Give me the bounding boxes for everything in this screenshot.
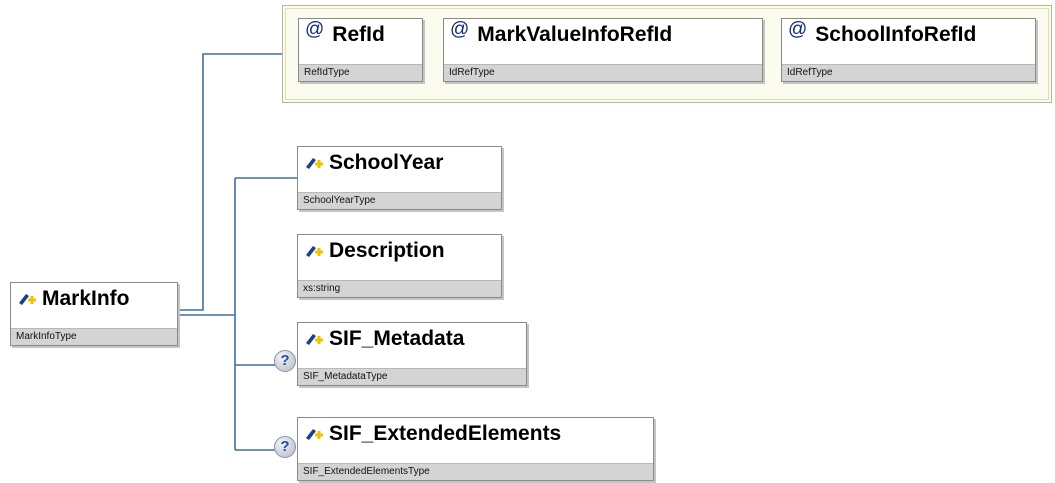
at-icon: @ (788, 19, 808, 40)
root-element-name: MarkInfo (42, 287, 130, 310)
element-icon (306, 158, 323, 169)
root-element-type: MarkInfoType (11, 328, 177, 345)
at-icon: @ (305, 19, 325, 40)
element-type: SIF_ExtendedElementsType (298, 463, 653, 480)
attribute-markvalueinforefid[interactable]: @ MarkValueInfoRefId IdRefType (443, 18, 763, 82)
element-icon (19, 294, 36, 305)
optional-marker-icon: ? (274, 436, 296, 458)
element-description[interactable]: Description xs:string (297, 234, 502, 298)
attributes-group: @ RefId RefIdType @ MarkValueInfoRefId I… (282, 5, 1052, 103)
element-icon (306, 334, 323, 345)
attribute-type: RefIdType (299, 64, 422, 81)
attribute-type: IdRefType (782, 64, 1035, 81)
element-name: Description (329, 239, 445, 262)
element-name: SIF_Metadata (329, 327, 465, 350)
root-element-box[interactable]: MarkInfo MarkInfoType (10, 282, 178, 346)
attribute-markvalueinforefid-header: @ MarkValueInfoRefId (444, 19, 762, 51)
attribute-name: SchoolInfoRefId (815, 23, 977, 46)
attribute-schoolinforefid-header: @ SchoolInfoRefId (782, 19, 1035, 51)
element-name: SchoolYear (329, 151, 444, 174)
element-icon (306, 246, 323, 257)
element-description-header: Description (298, 235, 501, 267)
element-type: SchoolYearType (298, 192, 501, 209)
attribute-refid[interactable]: @ RefId RefIdType (298, 18, 423, 82)
at-icon: @ (450, 19, 470, 40)
attribute-type: IdRefType (444, 64, 762, 81)
element-icon (306, 429, 323, 440)
optional-marker-icon: ? (274, 350, 296, 372)
root-element-header: MarkInfo (11, 283, 177, 315)
element-sif-extendedelements[interactable]: SIF_ExtendedElements SIF_ExtendedElement… (297, 417, 654, 481)
element-sif-metadata-header: SIF_Metadata (298, 323, 526, 355)
connector-to-attributes (178, 53, 282, 311)
element-sif-extendedelements-header: SIF_ExtendedElements (298, 418, 653, 450)
attribute-name: MarkValueInfoRefId (477, 23, 673, 46)
attribute-refid-header: @ RefId (299, 19, 422, 51)
element-sif-metadata[interactable]: SIF_Metadata SIF_MetadataType (297, 322, 527, 386)
element-type: xs:string (298, 280, 501, 297)
attribute-schoolinforefid[interactable]: @ SchoolInfoRefId IdRefType (781, 18, 1036, 82)
attribute-name: RefId (332, 23, 385, 46)
element-type: SIF_MetadataType (298, 368, 526, 385)
element-name: SIF_ExtendedElements (329, 422, 562, 445)
element-schoolyear[interactable]: SchoolYear SchoolYearType (297, 146, 502, 210)
element-schoolyear-header: SchoolYear (298, 147, 501, 179)
